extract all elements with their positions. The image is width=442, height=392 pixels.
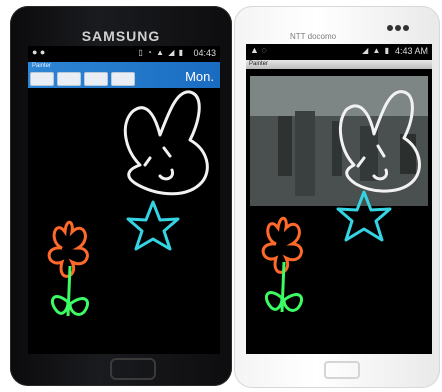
stem-doodle-left bbox=[51, 265, 89, 317]
star-doodle-left bbox=[126, 200, 180, 251]
star-doodle-right bbox=[336, 190, 392, 242]
photo-two-phones: SAMSUNG ● ● ▯ ◔ ▲ ◢ ▮ 04:43 Painter Mon. bbox=[0, 0, 442, 392]
doodles-overlay bbox=[47, 90, 421, 317]
rabbit-doodle-left bbox=[123, 90, 209, 196]
flower-doodle-left bbox=[47, 220, 89, 278]
rabbit-doodle-right bbox=[339, 90, 421, 193]
stem-doodle-right bbox=[265, 261, 303, 313]
flower-doodle-right bbox=[261, 216, 303, 274]
